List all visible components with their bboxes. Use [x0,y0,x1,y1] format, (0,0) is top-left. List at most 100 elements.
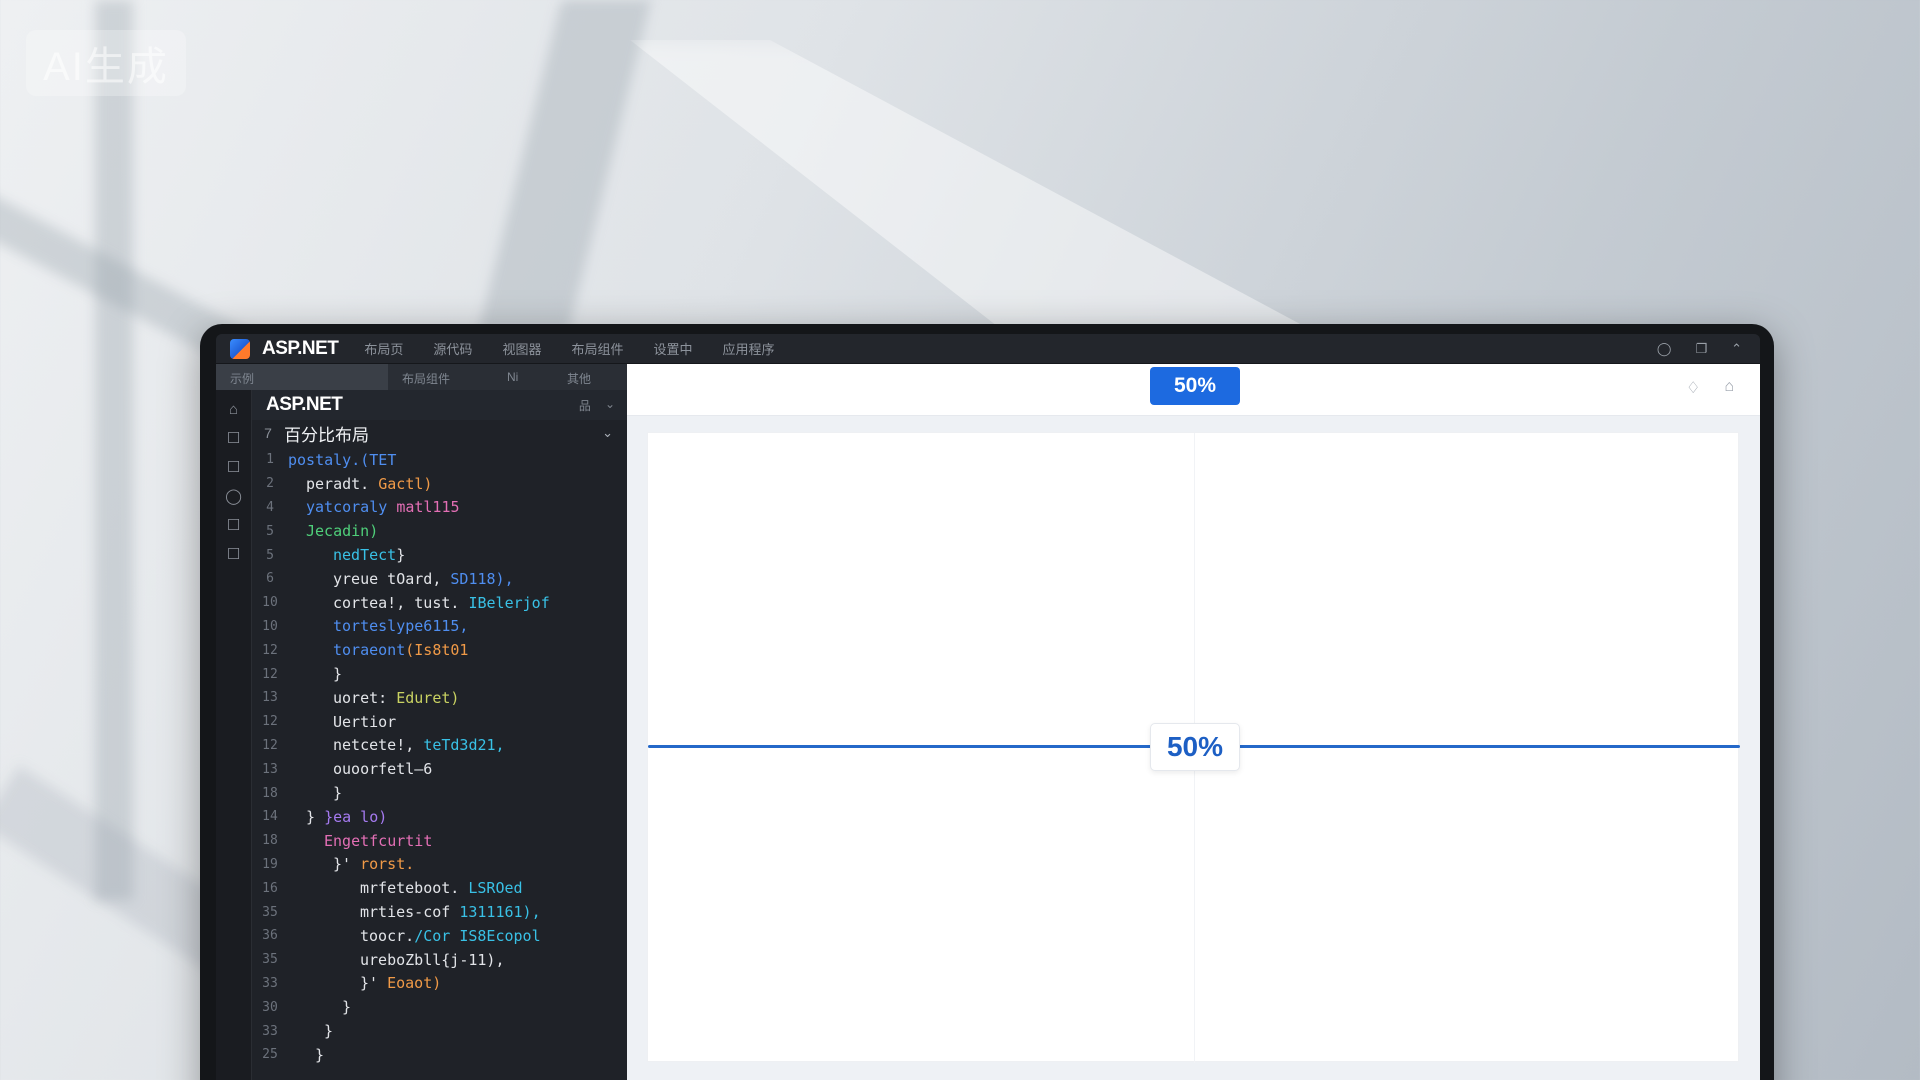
preview-pane: 50% ♢ ⌂ 50% [627,364,1760,1080]
code-text: } [288,1046,324,1064]
list-icon[interactable]: ☐ [227,547,240,563]
layout-canvas: 50% [647,432,1740,1063]
file-name: 百分比布局 [284,425,369,445]
code-token: matl115 [396,498,460,517]
code-token: Engetfcurtit [324,831,433,850]
code-token: netcete!, [333,736,424,755]
files-icon[interactable]: ☐ [227,431,240,447]
app-title: ASP.NET [262,337,339,359]
menu-item[interactable]: 应用程序 [722,339,774,358]
code-token: rorst. [360,855,415,874]
code-token: } [342,998,352,1017]
line-number: 5 [266,547,274,563]
code-text: toocr./Cor IS8Ecopol [288,927,541,945]
code-text: ureboZbll{j-11), [288,951,505,969]
code-text: } [288,784,342,802]
code-line: 35 mrties-cof 1311161), [252,900,627,924]
line-number: 10 [262,595,278,611]
code-token: } [315,1045,325,1064]
maximize-icon[interactable]: ❐ [1695,341,1707,357]
code-line: 19}' rorst. [252,853,627,877]
code-line: 12 Uertior [252,710,627,734]
menu-item[interactable]: 设置中 [653,339,692,358]
editor-tabs: 示例 布局组件 Ni 其他 [216,364,627,390]
project-actions: 品 ⌄ [579,397,615,414]
code-line: 5 Jecadin) [252,519,627,543]
code-token: LSROed [468,879,523,898]
line-number: 33 [262,975,278,991]
code-line: 35 ureboZbll{j-11), [252,948,627,972]
editor-tab[interactable]: 布局组件 [388,364,493,390]
chevron-down-icon[interactable]: ⌄ [605,397,615,414]
folder-icon[interactable]: ☐ [227,460,240,476]
line-number: 12 [262,737,278,753]
line-number: 33 [262,1023,278,1039]
chevron-down-icon[interactable]: ⌄ [602,425,613,441]
code-line: 25} [252,1043,627,1067]
code-text: mrties-cof 1311161), [288,903,541,921]
code-token: } [306,807,325,826]
center-percent-label: 50% [1150,723,1240,771]
line-number: 35 [262,952,278,968]
code-text: } }ea lo) [288,808,387,826]
line-number: 16 [262,880,278,896]
menu-item[interactable]: 源代码 [433,339,472,358]
line-number: 12 [262,714,278,730]
code-line: 12} [252,662,627,686]
file-row[interactable]: 7 百分比布局 ⌄ [252,420,627,446]
home-icon[interactable]: ⌂ [1724,378,1734,398]
screen: ASP.NET 布局页 源代码 视图器 布局组件 设置中 应用程序 ◯ ❐ ⌃ … [216,334,1760,1080]
search-icon[interactable]: ◯ [225,489,242,505]
preview-actions: ♢ ⌂ [1686,378,1734,398]
code-line: 10 torteslype6115, [252,615,627,639]
minimize-icon[interactable]: ◯ [1657,341,1672,357]
code-token: SD118), [450,569,514,588]
code-line: 13 uoret: Eduret) [252,686,627,710]
collapse-icon[interactable]: ⌃ [1731,341,1742,357]
code-line: 13 ouoorfetl—6 [252,757,627,781]
line-number: 10 [262,618,278,634]
line-number: 25 [262,1047,278,1063]
code-line: 18} [252,781,627,805]
code-text: torteslype6115, [288,617,468,635]
preview-toolbar: 50% ♢ ⌂ [627,364,1760,416]
code-token: yatcoraly [306,498,397,517]
line-number: 6 [266,571,274,587]
editor-tab[interactable]: 示例 [216,364,388,390]
editor-tab[interactable]: 其他 [553,364,627,390]
code-editor[interactable]: 1 postaly.(TET 2 peradt. Gactl) 4 yatcoraly m… [252,448,627,1068]
extensions-icon[interactable]: ☐ [227,518,240,534]
bell-icon[interactable]: ♢ [1686,378,1700,398]
percent-badge[interactable]: 50% [1150,367,1240,405]
menu-item[interactable]: 布局页 [364,339,403,358]
code-token: Uertior [333,712,397,731]
code-text: cortea!, tust. IBelerjof [288,594,550,612]
code-token: } [396,546,406,565]
line-number: 2 [266,476,274,492]
code-line: 36 toocr./Cor IS8Ecopol [252,924,627,948]
code-token: /Cor IS8Ecopol [414,926,541,945]
file-number: 7 [264,425,272,441]
line-number: 13 [262,761,278,777]
line-number: 13 [262,690,278,706]
menu-item[interactable]: 视图器 [502,339,541,358]
code-token: postaly.(TET [288,450,397,469]
menu-item[interactable]: 布局组件 [571,339,623,358]
code-token: peradt. [306,474,379,493]
editor-tab[interactable]: Ni [493,364,553,390]
code-text: yatcoraly matl115 [288,498,460,516]
code-line: 33} [252,1019,627,1043]
code-token: mrfeteboot. [360,879,469,898]
code-text: }' Eoaot) [288,974,441,992]
wall-light [630,40,1330,340]
code-text: netcete!, teTd3d21, [288,736,505,754]
home-icon[interactable]: ⌂ [229,402,238,418]
code-line: 1 postaly.(TET [252,448,627,472]
grid-icon[interactable]: 品 [579,397,591,414]
code-text: Engetfcurtit [288,832,432,850]
code-token: Eduret) [396,688,460,707]
code-token: toraeont [333,641,406,660]
wall-shadow [478,0,652,330]
code-text: yreue tOard, SD118), [288,570,514,588]
code-token: IBelerjof [468,593,550,612]
